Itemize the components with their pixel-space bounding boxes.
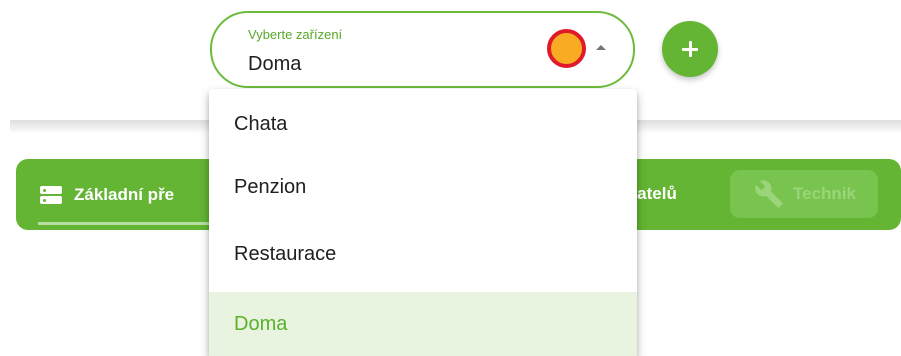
status-dot-icon bbox=[547, 29, 586, 68]
device-select-label: Vyberte zařízení bbox=[248, 27, 343, 42]
plus-icon bbox=[662, 21, 718, 77]
caret-up-icon[interactable] bbox=[596, 45, 606, 50]
add-device-button[interactable] bbox=[662, 21, 718, 77]
tab-active-indicator bbox=[38, 222, 238, 225]
dropdown-option-chata[interactable]: Chata bbox=[209, 92, 637, 156]
tab-basic-overview[interactable]: Základní pře bbox=[40, 178, 174, 212]
dropdown-option-restaurace[interactable]: Restaurace bbox=[209, 222, 637, 286]
tab-basic-overview-label: Základní pře bbox=[74, 185, 175, 204]
device-select-value: Doma bbox=[248, 53, 302, 75]
wrench-icon bbox=[755, 180, 783, 208]
dropdown-option-penzion[interactable]: Penzion bbox=[209, 155, 637, 219]
server-icon bbox=[40, 186, 62, 204]
tab-technik-label: Technik bbox=[793, 184, 856, 203]
tab-technik[interactable]: Technik bbox=[730, 170, 878, 218]
dropdown-option-doma-selected[interactable]: Doma bbox=[209, 292, 637, 356]
device-select[interactable]: Vyberte zařízení Doma bbox=[210, 11, 635, 88]
device-dropdown-menu: Chata Penzion Restaurace Doma bbox=[209, 89, 637, 356]
